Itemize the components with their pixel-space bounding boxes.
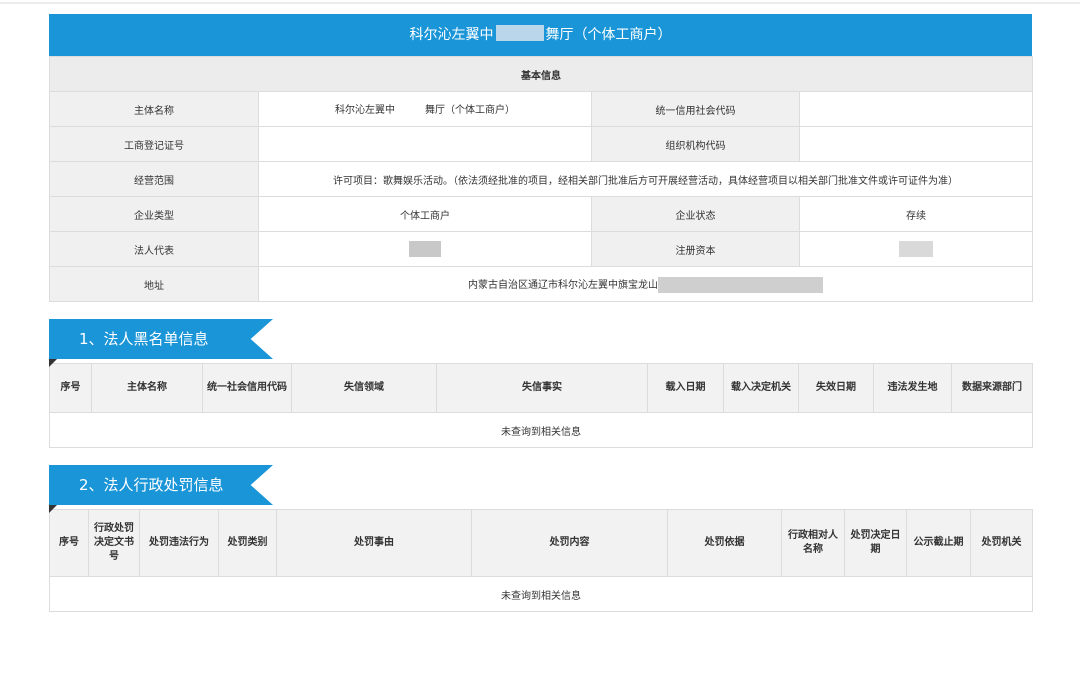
- ribbon-fold-icon: [49, 359, 57, 367]
- col-header: 处罚机关: [970, 509, 1033, 577]
- credit-code-value: [799, 91, 1033, 127]
- legal-rep-value: [258, 231, 592, 267]
- col-header: 处罚违法行为: [139, 509, 219, 577]
- scope-value: 许可项目：歌舞娱乐活动。（依法须经批准的项目，经相关部门批准后方可开展经营活动，…: [258, 161, 1033, 197]
- org-code-label: 组织机构代码: [591, 126, 800, 162]
- title-right: 舞厅（个体工商户）: [545, 27, 672, 43]
- type-value: 个体工商户: [258, 196, 592, 232]
- redacted-block: [409, 241, 441, 257]
- col-header: 违法发生地: [873, 363, 952, 413]
- blacklist-table: 序号 主体名称 统一社会信用代码 失信领域 失信事实 载入日期 载入决定机关 失…: [49, 363, 1033, 448]
- col-header: 失信领域: [291, 363, 437, 413]
- col-header: 处罚依据: [667, 509, 782, 577]
- section-title-basic-info: 基本信息: [49, 56, 1033, 92]
- col-header: 处罚决定日期: [844, 509, 907, 577]
- penalty-empty-message: 未查询到相关信息: [49, 576, 1033, 612]
- type-label: 企业类型: [49, 196, 259, 232]
- basic-info-table: 基本信息 主体名称 科尔沁左翼中 舞厅（个体工商户） 统一信用社会代码 工商登记证…: [49, 56, 1033, 302]
- col-header: 处罚内容: [471, 509, 668, 577]
- top-divider: [0, 2, 1080, 4]
- address-value: 内蒙古自治区通辽市科尔沁左翼中旗宝龙山: [258, 266, 1033, 302]
- col-header: 序号: [49, 509, 89, 577]
- col-header: 数据来源部门: [951, 363, 1033, 413]
- address-text: 内蒙古自治区通辽市科尔沁左翼中旗宝龙山: [468, 279, 658, 291]
- col-header: 行政处罚决定文书号: [88, 509, 140, 577]
- blacklist-title: 1、法人黑名单信息: [49, 319, 273, 359]
- col-header: 主体名称: [91, 363, 203, 413]
- capital-value: [799, 231, 1033, 267]
- legal-rep-label: 法人代表: [49, 231, 259, 267]
- title-left: 科尔沁左翼中: [409, 27, 494, 43]
- org-code-value: [799, 126, 1033, 162]
- col-header: 统一社会信用代码: [202, 363, 292, 413]
- scope-label: 经营范围: [49, 161, 259, 197]
- status-label: 企业状态: [591, 196, 800, 232]
- address-label: 地址: [49, 266, 259, 302]
- subject-name-value: 科尔沁左翼中 舞厅（个体工商户）: [258, 91, 592, 127]
- subject-name-label: 主体名称: [49, 91, 259, 127]
- col-header: 公示截止期: [906, 509, 971, 577]
- status-value: 存续: [799, 196, 1033, 232]
- reg-no-value: [258, 126, 592, 162]
- penalty-header-row: 序号 行政处罚决定文书号 处罚违法行为 处罚类别 处罚事由 处罚内容 处罚依据 …: [49, 509, 1033, 577]
- col-header: 失效日期: [798, 363, 874, 413]
- blacklist-header-row: 序号 主体名称 统一社会信用代码 失信领域 失信事实 载入日期 载入决定机关 失…: [49, 363, 1033, 413]
- col-header: 处罚事由: [276, 509, 472, 577]
- redacted-block: [495, 25, 544, 41]
- col-header: 行政相对人名称: [781, 509, 845, 577]
- credit-code-label: 统一信用社会代码: [591, 91, 800, 127]
- col-header: 处罚类别: [218, 509, 277, 577]
- subject-name-left: 科尔沁左翼中: [335, 104, 395, 116]
- penalty-title: 2、法人行政处罚信息: [49, 465, 273, 505]
- report-container: 科尔沁左翼中 舞厅（个体工商户） 基本信息 主体名称 科尔沁左翼中 舞厅（个体工商户…: [49, 14, 1033, 612]
- page-title: 科尔沁左翼中 舞厅（个体工商户）: [49, 14, 1032, 56]
- penalty-table: 序号 行政处罚决定文书号 处罚违法行为 处罚类别 处罚事由 处罚内容 处罚依据 …: [49, 509, 1033, 612]
- redacted-block: [899, 241, 933, 257]
- col-header: 载入决定机关: [723, 363, 799, 413]
- redacted-block: [658, 276, 823, 293]
- subject-name-right: 舞厅（个体工商户）: [425, 104, 515, 116]
- penalty-section-header: 2、法人行政处罚信息: [49, 465, 1032, 513]
- capital-label: 注册资本: [591, 231, 800, 267]
- col-header: 失信事实: [436, 363, 648, 413]
- col-header: 载入日期: [647, 363, 724, 413]
- redacted-block: [395, 101, 425, 118]
- blacklist-section-header: 1、法人黑名单信息: [49, 319, 1032, 367]
- reg-no-label: 工商登记证号: [49, 126, 259, 162]
- ribbon-fold-icon: [49, 505, 57, 513]
- blacklist-empty-message: 未查询到相关信息: [49, 412, 1033, 448]
- col-header: 序号: [49, 363, 92, 413]
